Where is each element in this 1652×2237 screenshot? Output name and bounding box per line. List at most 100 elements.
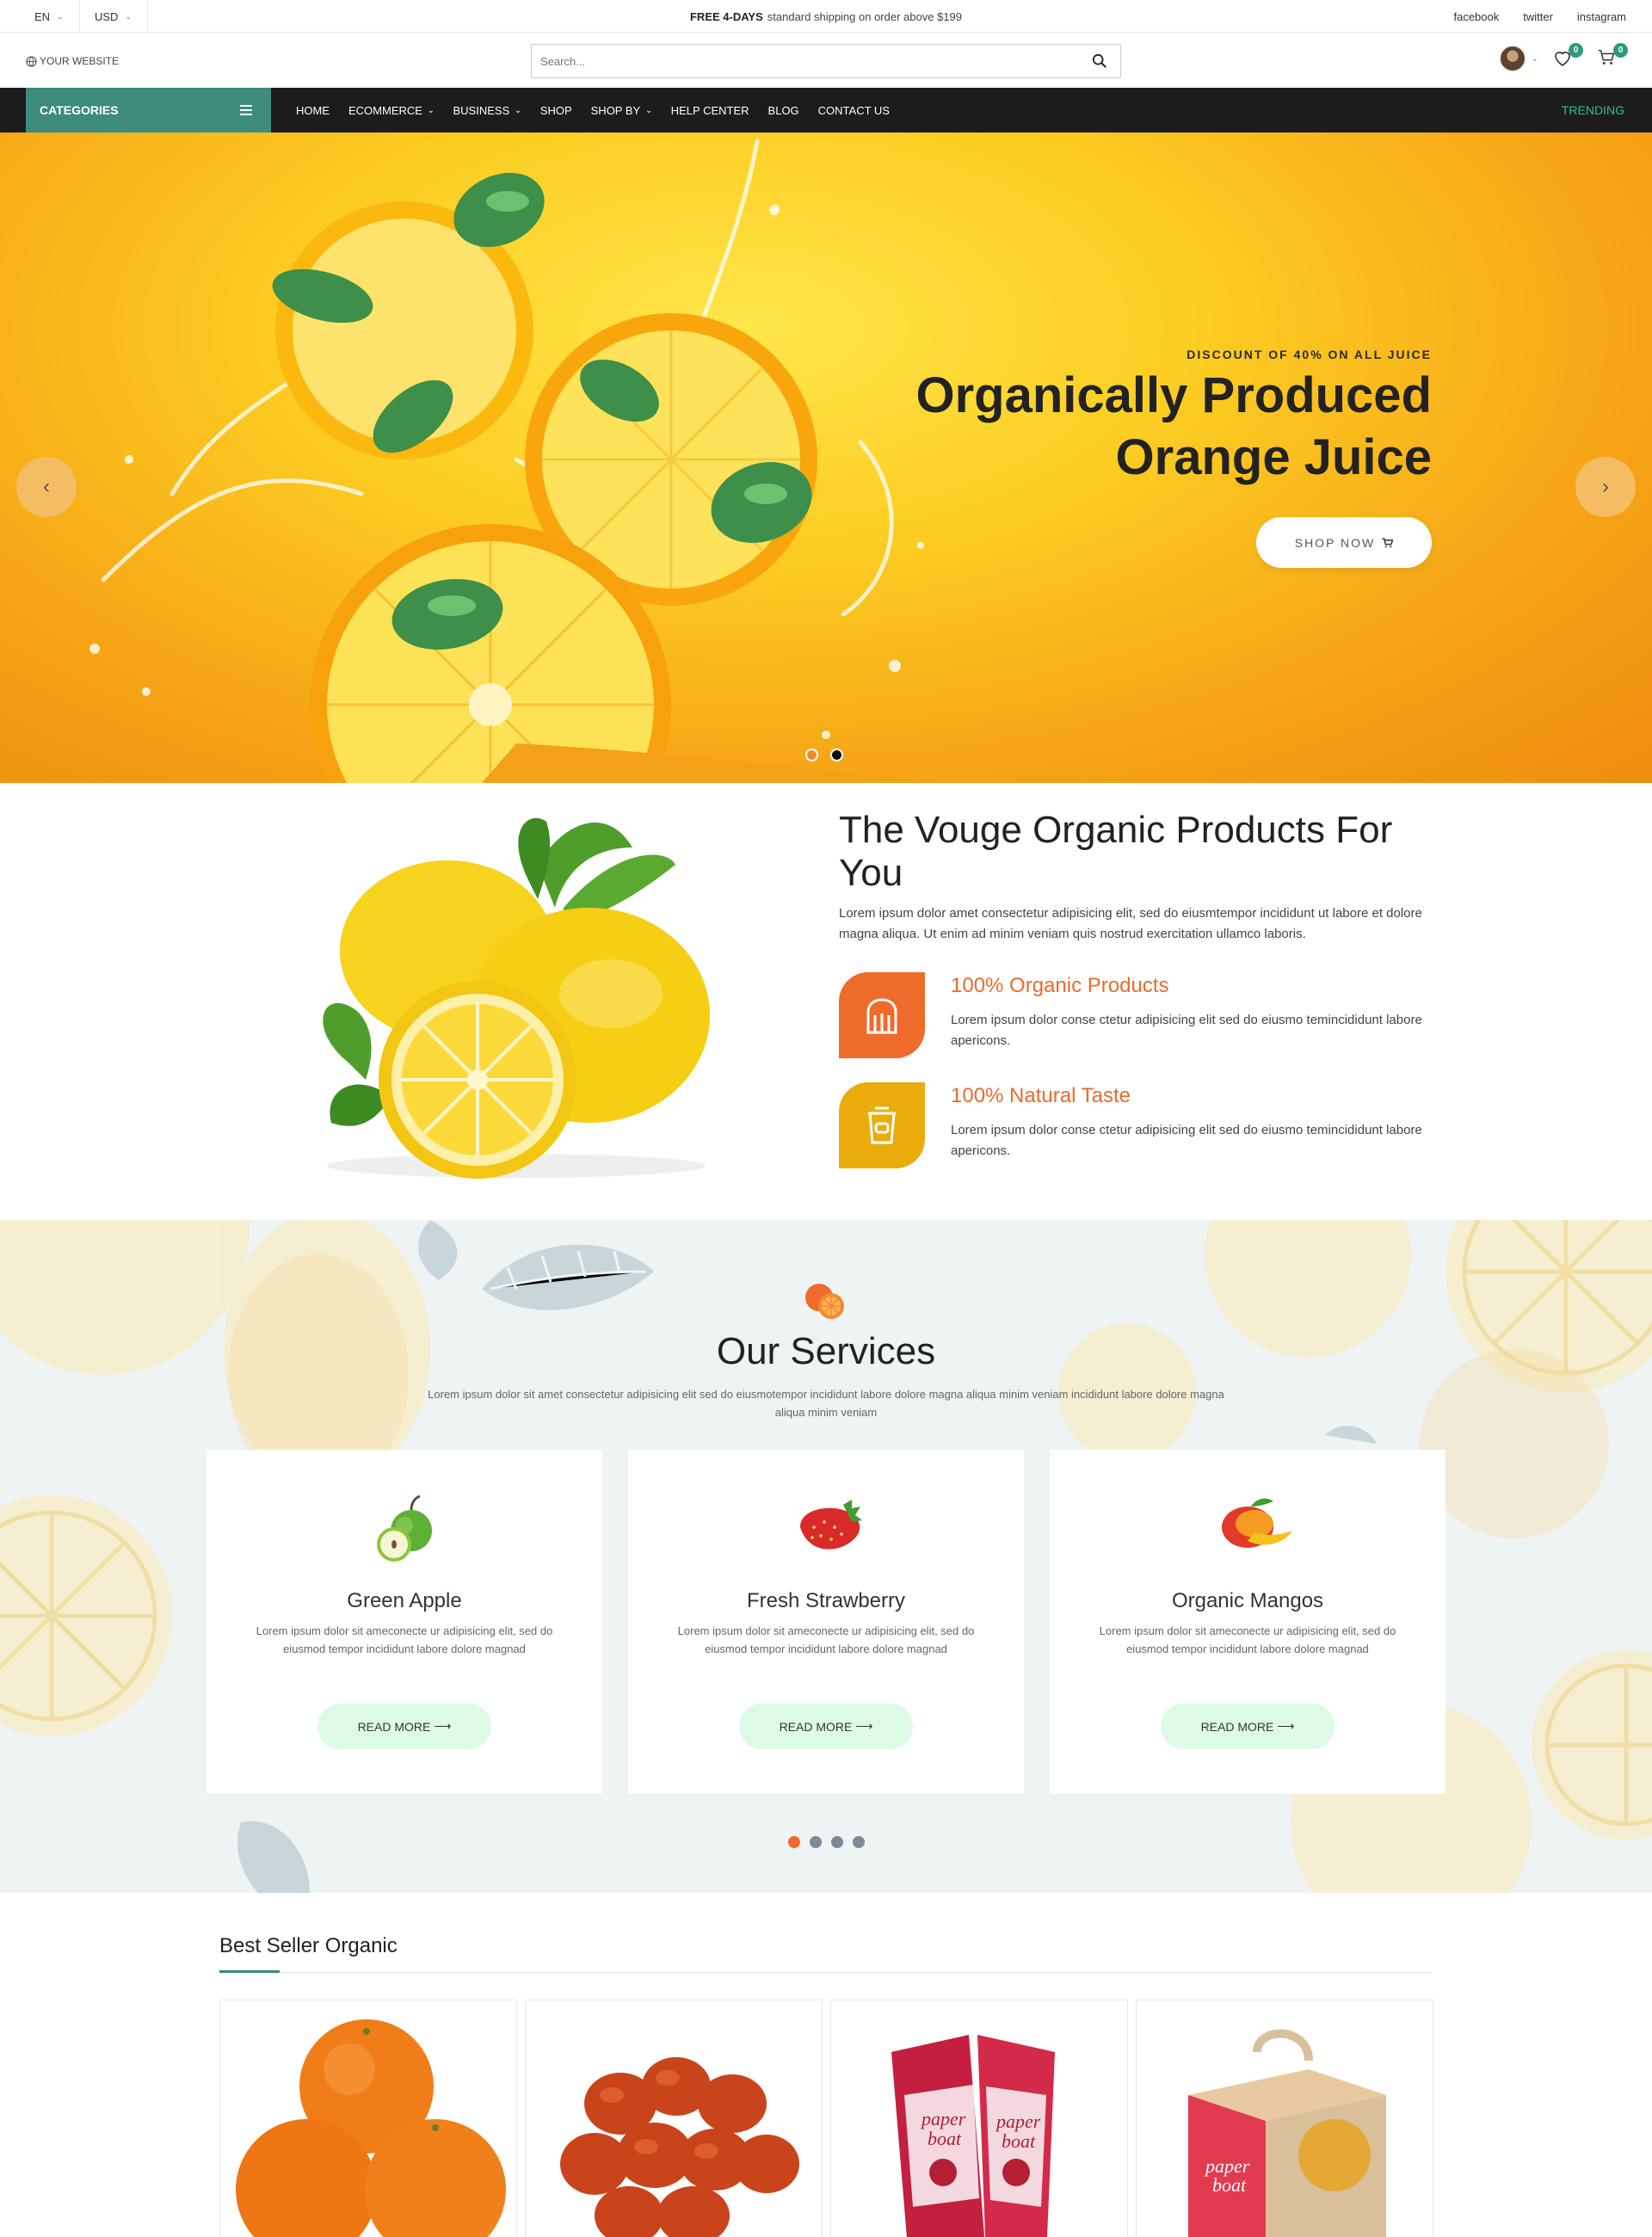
service-title: Green Apple <box>347 1589 462 1612</box>
globe-icon <box>26 55 37 67</box>
site-header: YOUR WEBSITE ⌄ 0 0 <box>0 33 1652 88</box>
best-seller-title: Best Seller Organic <box>219 1934 398 1957</box>
services-pagination <box>788 1836 865 1848</box>
chevron-down-icon: ⌄ <box>515 105 521 114</box>
nav-item-shop-by[interactable]: SHOP BY ⌄ <box>591 104 652 117</box>
site-logo[interactable]: YOUR WEBSITE <box>26 55 119 67</box>
services-dot[interactable] <box>810 1836 822 1848</box>
twitter-link[interactable]: twitter <box>1523 10 1553 23</box>
oranges-image <box>236 2019 506 2237</box>
shop-now-label: SHOP NOW <box>1294 535 1376 550</box>
currency-select[interactable]: USD ⌄ <box>79 0 148 33</box>
strawberry-icon <box>800 1500 862 1550</box>
facebook-link[interactable]: facebook <box>1453 10 1499 23</box>
cart-button[interactable]: 0 <box>1597 43 1628 72</box>
nav-item-shop[interactable]: SHOP <box>540 104 572 117</box>
social-links: facebook twitter instagram <box>1453 0 1626 33</box>
hero-slider: DISCOUNT OF 40% ON ALL JUICE Organically… <box>0 132 1652 783</box>
language-select[interactable]: EN ⌄ <box>19 0 80 33</box>
nav-label: BUSINESS <box>453 103 510 117</box>
search-button[interactable] <box>1088 49 1112 73</box>
service-card-fresh-strawberry: Fresh Strawberry Lorem ipsum dolor sit a… <box>628 1450 1024 1794</box>
lemons-image <box>323 817 710 1179</box>
hero-prev-button[interactable]: ‹ <box>16 457 77 517</box>
search-icon <box>1092 53 1106 68</box>
product-card[interactable]: paper boat paper boat <box>830 2000 1128 2237</box>
nav-label: CONTACT US <box>817 103 890 117</box>
nav-item-blog[interactable]: BLOG <box>768 104 799 117</box>
trending-link[interactable]: TRENDING <box>1562 88 1624 132</box>
divider <box>219 1972 1433 1973</box>
instagram-link[interactable]: instagram <box>1577 10 1626 23</box>
nav-label: BLOG <box>767 103 799 117</box>
promo-highlight: FREE 4-DAYS <box>689 9 763 23</box>
title-underline <box>219 1970 280 1973</box>
juice-packs-image: paper boat paper boat <box>891 2035 1055 2237</box>
service-text: Lorem ipsum dolor sit ameconecte ur adip… <box>256 1624 553 1655</box>
services-dot-active[interactable] <box>788 1836 800 1848</box>
shop-now-button[interactable]: SHOP NOW <box>1256 517 1432 568</box>
hero-eyebrow: DISCOUNT OF 40% ON ALL JUICE <box>1187 348 1432 361</box>
chevron-down-icon: ⌄ <box>1532 53 1538 63</box>
nav-item-ecommerce[interactable]: ECOMMERCE ⌄ <box>348 104 435 117</box>
services-dot[interactable] <box>853 1836 865 1848</box>
service-title: Organic Mangos <box>1171 1589 1324 1612</box>
svg-text:boat: boat <box>1212 2174 1247 2196</box>
logo-text: YOUR WEBSITE <box>40 55 120 67</box>
feature-natural: 100% Natural Taste Lorem ipsum dolor con… <box>839 1082 1441 1168</box>
feature-text: Lorem ipsum dolor conse ctetur adipisici… <box>951 1123 1422 1158</box>
product-card[interactable] <box>525 2000 823 2237</box>
svg-text:paper: paper <box>920 2108 966 2129</box>
account-menu[interactable]: ⌄ <box>1499 45 1538 72</box>
about-section: The Vouge Organic Products For You Lorem… <box>0 783 1652 1220</box>
hero-dot[interactable] <box>805 749 818 761</box>
read-more-label: READ MORE <box>357 1719 431 1734</box>
product-card[interactable] <box>219 2000 517 2237</box>
hero-title: Organically Produced Orange Juice <box>829 365 1432 489</box>
svg-text:boat: boat <box>1002 2130 1036 2152</box>
chevron-down-icon: ⌄ <box>645 105 652 114</box>
wishlist-button[interactable]: 0 <box>1552 43 1583 72</box>
search-input[interactable] <box>540 54 1088 68</box>
feature-organic: 100% Organic Products Lorem ipsum dolor … <box>839 972 1441 1058</box>
svg-text:boat: boat <box>928 2128 962 2149</box>
chevron-right-icon: › <box>1602 475 1609 498</box>
gift-box-image: paper boat <box>1188 2029 1386 2237</box>
hero-dot-active[interactable] <box>830 749 843 761</box>
hero-next-button[interactable]: › <box>1575 457 1636 517</box>
chevron-down-icon: ⌄ <box>57 11 64 21</box>
search-bar <box>531 44 1121 78</box>
read-more-label: READ MORE <box>1200 1719 1274 1734</box>
nav-label: HELP CENTER <box>670 103 749 117</box>
categories-button[interactable]: CATEGORIES <box>26 88 271 132</box>
service-text: Lorem ipsum dolor sit ameconecte ur adip… <box>677 1624 975 1655</box>
arrow-right-icon: ⟶ <box>434 1719 452 1733</box>
about-description: Lorem ipsum dolor amet consectetur adipi… <box>839 906 1422 941</box>
arrow-right-icon: ⟶ <box>1277 1719 1295 1733</box>
nav-item-home[interactable]: HOME <box>296 104 330 117</box>
promo-text: standard shipping on order above $199 <box>767 9 962 23</box>
services-dot[interactable] <box>831 1836 843 1848</box>
avatar[interactable] <box>1499 45 1526 72</box>
tomatoes-image <box>560 2057 799 2237</box>
services-section: Our Services Lorem ipsum dolor sit amet … <box>0 1220 1652 1893</box>
feature-title: 100% Natural Taste <box>951 1084 1131 1107</box>
hero-title-line: Organically Produced <box>915 367 1432 423</box>
categories-label: CATEGORIES <box>40 103 119 117</box>
services-title: Our Services <box>716 1330 936 1372</box>
cart-icon <box>1382 537 1394 547</box>
chevron-down-icon: ⌄ <box>125 11 132 21</box>
nav-item-business[interactable]: BUSINESS ⌄ <box>453 104 521 117</box>
read-more-button[interactable]: READ MORE ⟶ <box>317 1704 491 1749</box>
services-subtitle: Lorem ipsum dolor sit amet consectetur a… <box>428 1388 1224 1419</box>
feature-text: Lorem ipsum dolor conse ctetur adipisici… <box>951 1013 1422 1048</box>
nav-item-contact-us[interactable]: CONTACT US <box>818 104 890 117</box>
read-more-button[interactable]: READ MORE ⟶ <box>739 1704 913 1749</box>
nav-item-help-center[interactable]: HELP CENTER <box>671 104 749 117</box>
read-more-button[interactable]: READ MORE ⟶ <box>1161 1704 1335 1749</box>
service-text: Lorem ipsum dolor sit ameconecte ur adip… <box>1099 1624 1396 1655</box>
nav-label: ECOMMERCE <box>348 103 422 117</box>
arrow-right-icon: ⟶ <box>855 1719 873 1733</box>
service-card-organic-mangos: Organic Mangos Lorem ipsum dolor sit ame… <box>1050 1450 1446 1794</box>
product-card[interactable]: paper boat <box>1136 2000 1433 2237</box>
